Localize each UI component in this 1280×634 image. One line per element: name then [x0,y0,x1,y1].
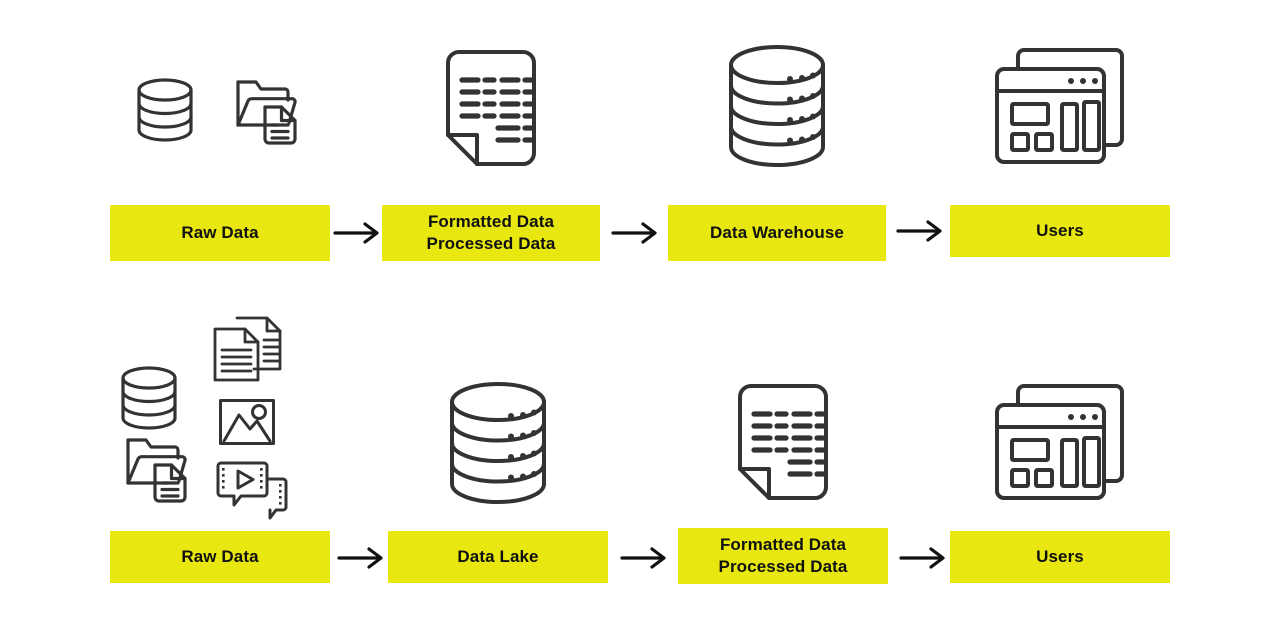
users-icon-group [950,368,1170,516]
stage-label-raw-data[interactable]: Raw Data [110,205,330,261]
data-warehouse-database-icon [727,44,827,168]
arrow-right-icon [334,544,388,572]
stage-label-text: Data Lake [457,547,539,567]
data-warehouse-icon-group [668,32,886,180]
dashboard-windows-icon [994,383,1126,501]
video-icon [215,460,289,527]
stage-label-text: Users [1036,547,1084,567]
stage-label-users[interactable]: Users [950,531,1170,583]
stage-label-raw-data[interactable]: Raw Data [110,531,330,583]
stage-label-data-warehouse[interactable]: Data Warehouse [668,205,886,261]
stage-label-text: Formatted Data Processed Data [426,212,556,253]
diagram-canvas: Raw Data Formatted Data Processed Data D… [0,0,1280,634]
arrow-right-icon [332,218,382,248]
folder-document-icon [234,73,304,147]
stage-label-text: Users [1036,221,1084,241]
stage-label-text: Formatted Data Processed Data [718,535,848,576]
database-icon [120,365,178,436]
stage-label-text: Raw Data [181,223,259,243]
formatted-document-icon [445,49,537,167]
database-icon [136,77,194,143]
arrow-right-icon [896,544,950,572]
stage-label-users[interactable]: Users [950,205,1170,257]
image-icon [218,398,276,451]
arrow-right-icon [614,544,674,572]
formatted-document-icon [737,383,829,501]
formatted-data-icon-group [678,368,888,516]
data-lake-icon-group [388,370,608,515]
raw-data-icon-group [110,315,330,520]
stage-label-formatted-data[interactable]: Formatted Data Processed Data [382,205,600,261]
documents-stack-icon [212,315,284,388]
data-lake-database-icon [448,381,548,505]
stage-label-text: Raw Data [181,547,259,567]
users-icon-group [950,32,1170,180]
folder-document-icon [124,431,194,510]
stage-label-formatted-data[interactable]: Formatted Data Processed Data [678,528,888,584]
raw-data-icon-group [110,40,330,180]
data-warehouse-pipeline-row: Raw Data Formatted Data Processed Data D… [0,0,1280,300]
data-lake-pipeline-row: Raw Data Data Lake Formatted Data Proces… [0,300,1280,634]
formatted-data-icon-group [382,35,600,180]
arrow-right-icon [894,216,946,246]
stage-label-data-lake[interactable]: Data Lake [388,531,608,583]
stage-label-text: Data Warehouse [710,223,844,243]
arrow-right-icon [608,218,662,248]
dashboard-windows-icon [994,47,1126,165]
